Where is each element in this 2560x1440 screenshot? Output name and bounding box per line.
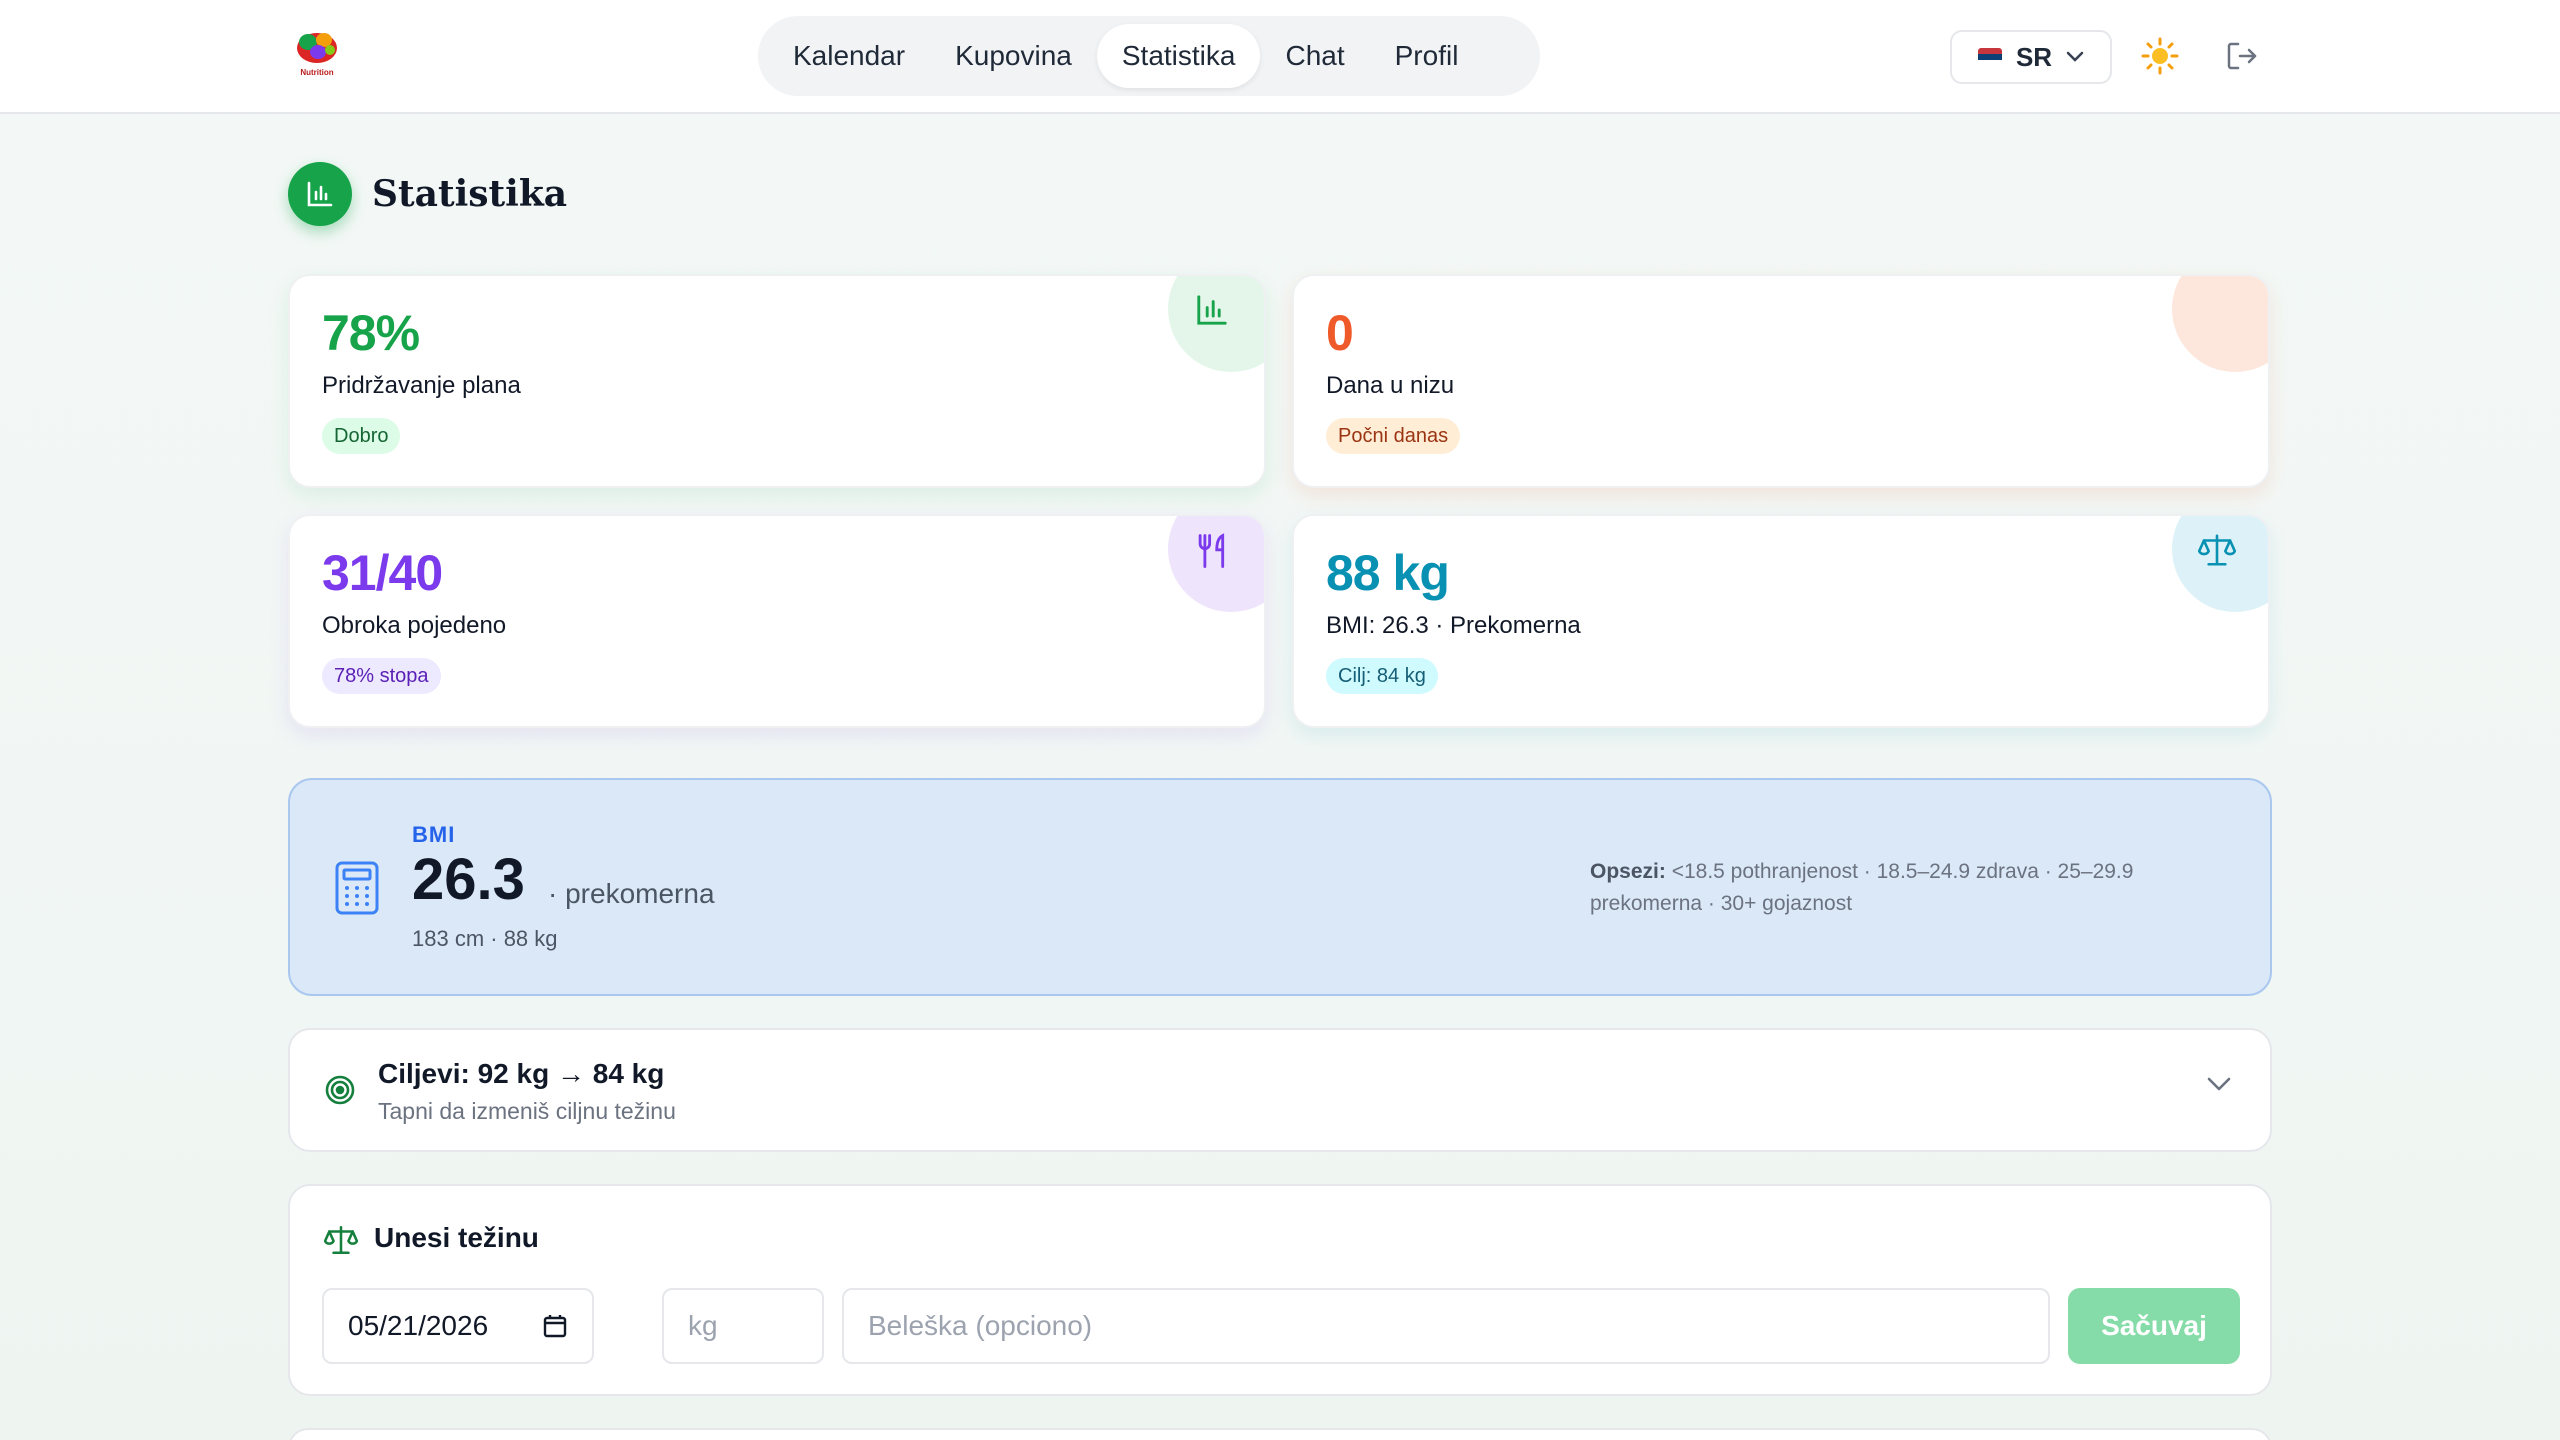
date-input[interactable]: 05/21/2026 bbox=[322, 1288, 594, 1364]
bar-chart-icon bbox=[1197, 295, 1227, 325]
logout-icon[interactable] bbox=[2224, 38, 2260, 74]
bmi-ranges: Opsezi: <18.5 pothranjenost · 18.5–24.9 … bbox=[1590, 856, 2190, 920]
meals-badge: 78% stopa bbox=[322, 658, 441, 694]
calendar-icon[interactable] bbox=[542, 1313, 568, 1339]
tab-chat[interactable]: Chat bbox=[1260, 24, 1369, 88]
weight-goal-badge: Cilj: 84 kg bbox=[1326, 658, 1438, 694]
bmi-caption: BMI bbox=[412, 822, 456, 847]
language-selector[interactable]: SR bbox=[1950, 30, 2112, 84]
utensils-icon bbox=[1198, 533, 1225, 568]
save-button[interactable]: Sačuvaj bbox=[2068, 1288, 2240, 1364]
goals-title: Ciljevi: 92 kg → 84 kg bbox=[378, 1058, 665, 1089]
weight-entry-card: Unesi težinu 05/21/2026 kg Beleška (opci… bbox=[288, 1184, 2272, 1396]
tab-kupovina[interactable]: Kupovina bbox=[930, 24, 1097, 88]
scale-icon bbox=[323, 1224, 359, 1261]
goals-subtitle: Tapni da izmeniš ciljnu težinu bbox=[378, 1098, 676, 1124]
meals-value: 31/40 bbox=[322, 545, 443, 601]
weight-entry-title: Unesi težinu bbox=[374, 1222, 539, 1253]
chevron-down-icon[interactable] bbox=[2206, 1076, 2232, 1097]
serbia-flag-icon bbox=[1977, 48, 2002, 66]
date-value: 05/21/2026 bbox=[348, 1310, 489, 1341]
target-icon bbox=[324, 1074, 356, 1111]
streak-label: Dana u nizu bbox=[1326, 372, 1455, 399]
meals-label: Obroka pojedeno bbox=[322, 612, 507, 639]
tab-profil[interactable]: Profil bbox=[1370, 24, 1484, 88]
adherence-value: 78% bbox=[322, 305, 420, 361]
adherence-card: 78% Pridržavanje plana Dobro bbox=[288, 274, 1266, 488]
page-title: Statistika bbox=[372, 173, 568, 215]
chevron-down-icon bbox=[2066, 51, 2084, 62]
weight-card: 88 kg BMI: 26.3 · Prekomerna Cilj: 84 kg bbox=[1292, 514, 2270, 728]
streak-value: 0 bbox=[1326, 305, 1354, 361]
top-bar: Nutrition Kalendar Kupovina Statistika C… bbox=[0, 0, 2560, 114]
bmi-panel: BMI 26.3 · prekomerna 183 cm · 88 kg Ops… bbox=[288, 778, 2272, 996]
next-section-card bbox=[288, 1428, 2272, 1440]
goals-accordion[interactable]: Ciljevi: 92 kg → 84 kg Tapni da izmeniš … bbox=[288, 1028, 2272, 1152]
main-nav: Kalendar Kupovina Statistika Chat Profil bbox=[758, 16, 1540, 96]
scale-icon bbox=[2198, 534, 2236, 566]
bmi-category: · prekomerna bbox=[548, 878, 715, 909]
adherence-label: Pridržavanje plana bbox=[322, 372, 521, 399]
bmi-details: 183 cm · 88 kg bbox=[412, 926, 558, 951]
streak-card: 0 Dana u nizu Počni danas bbox=[1292, 274, 2270, 488]
tab-kalendar[interactable]: Kalendar bbox=[768, 24, 930, 88]
bar-chart-icon bbox=[288, 162, 352, 226]
bmi-value: 26.3 bbox=[412, 847, 525, 912]
tab-statistika[interactable]: Statistika bbox=[1096, 24, 1261, 88]
adherence-badge: Dobro bbox=[322, 418, 401, 454]
note-input[interactable]: Beleška (opciono) bbox=[842, 1288, 2050, 1364]
theme-toggle-sun-icon[interactable] bbox=[2140, 36, 2180, 76]
weight-value: 88 kg bbox=[1326, 545, 1450, 601]
weight-bmi-label: BMI: 26.3 · Prekomerna bbox=[1326, 612, 1581, 639]
app-logo[interactable]: Nutrition bbox=[288, 26, 346, 84]
streak-badge: Počni danas bbox=[1326, 418, 1461, 454]
page-header: Statistika bbox=[288, 162, 567, 226]
bmi-ranges-label: Opsezi: bbox=[1590, 860, 1666, 883]
calculator-icon bbox=[334, 860, 380, 921]
logo-text: Nutrition bbox=[300, 68, 334, 77]
weight-kg-input[interactable]: kg bbox=[662, 1288, 824, 1364]
meals-card: 31/40 Obroka pojedeno 78% stopa bbox=[288, 514, 1266, 728]
bmi-ranges-text: <18.5 pothranjenost · 18.5–24.9 zdrava ·… bbox=[1590, 860, 2134, 915]
language-code: SR bbox=[2015, 41, 2053, 72]
